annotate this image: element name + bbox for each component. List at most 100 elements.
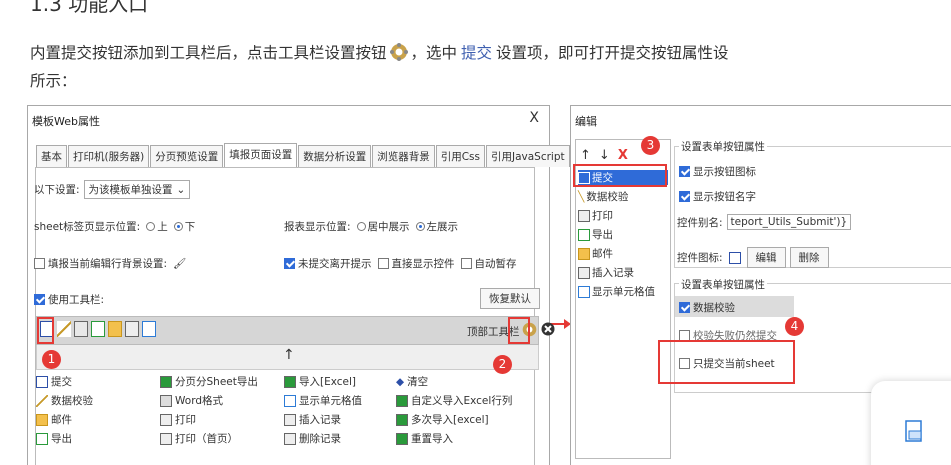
dialog-title: 模板Web属性 [32, 115, 100, 128]
print-icon[interactable] [74, 321, 88, 337]
direct-show-checkbox[interactable] [377, 258, 389, 269]
setting-label: 以下设置: [34, 184, 80, 196]
insert-row-icon [284, 413, 296, 426]
print-icon [578, 209, 590, 222]
paint-bucket-icon[interactable]: 🖌 [173, 257, 186, 270]
list-item[interactable]: 显示单元格值 [284, 393, 362, 408]
insert-row-icon [578, 266, 590, 279]
list-item-label: 插入记录 [592, 267, 634, 279]
list-item[interactable]: 打印 [578, 208, 613, 223]
mail-icon [578, 247, 590, 260]
arrow-up-icon[interactable]: ↑ [283, 347, 295, 363]
options-row: 未提交离开提示 直接显示控件 自动暂存 [284, 256, 517, 271]
list-item[interactable]: 多次导入[excel] [396, 412, 489, 427]
radio-down[interactable] [173, 222, 183, 231]
document-icon [905, 420, 922, 442]
gear-icon [389, 43, 408, 61]
radio-up[interactable] [146, 222, 156, 231]
delete-button[interactable]: 删除 [789, 247, 829, 268]
setting-select[interactable]: 为该模板单独设置 ⌄ [83, 180, 191, 199]
list-item[interactable]: 提交 [36, 374, 72, 389]
list-item[interactable]: 邮件 [36, 412, 72, 427]
arrow-up-icon[interactable]: ↑ [580, 148, 591, 163]
list-item[interactable]: 打印（首页） [160, 431, 238, 446]
mail-icon[interactable] [108, 321, 122, 337]
report-pos-row: 报表显示位置: 居中展示 左展示 [284, 219, 458, 234]
cell-value-icon [578, 285, 590, 298]
print-first-icon [160, 432, 172, 445]
list-item[interactable]: 插入记录 [284, 412, 341, 427]
tab-printer[interactable]: 打印机(服务器) [68, 145, 150, 167]
tab-basic[interactable]: 基本 [36, 145, 67, 167]
export-icon [578, 228, 590, 241]
show-icon-label: 显示按钮图标 [693, 166, 756, 178]
data-check-row: 数据校验 [679, 300, 735, 315]
close-button[interactable]: X [529, 110, 539, 126]
doc-paragraph-2: 所示： [30, 72, 77, 90]
list-item[interactable]: 导入[Excel] [284, 374, 356, 389]
show-icon-checkbox[interactable] [679, 166, 690, 177]
item-label: 多次导入[excel] [411, 414, 489, 426]
fill-bg-checkbox[interactable] [34, 258, 45, 269]
list-item-label: 邮件 [592, 248, 613, 260]
auto-save-checkbox[interactable] [460, 258, 472, 269]
submit-link[interactable]: 提交 [457, 41, 496, 63]
list-item[interactable]: 导出 [36, 431, 72, 446]
list-item[interactable]: 打印 [160, 412, 196, 427]
tab-browser-bg[interactable]: 浏览器背景 [372, 145, 435, 167]
list-item[interactable]: 自定义导入Excel行列 [396, 393, 512, 408]
group-title: 设置表单按钮属性 [679, 277, 767, 292]
data-check-checkbox[interactable] [679, 302, 690, 313]
list-item[interactable]: 数据校验 [36, 393, 93, 408]
para-text-1: 内置提交按钮添加到工具栏后，点击工具栏设置按钮 [30, 44, 387, 62]
floating-card [871, 381, 951, 465]
insert-row-icon[interactable] [125, 321, 139, 337]
list-item[interactable]: 邮件 [578, 246, 613, 261]
item-label: 打印 [175, 414, 196, 426]
alias-input[interactable]: teport_Utils_Submit')} [726, 214, 852, 230]
list-item[interactable]: 插入记录 [578, 265, 634, 280]
list-item[interactable]: 删除记录 [284, 431, 341, 446]
use-toolbar-checkbox[interactable] [34, 294, 45, 305]
tab-css[interactable]: 引用Css [435, 145, 485, 167]
close-icon[interactable]: X [618, 148, 628, 163]
unsubmit-prompt-checkbox[interactable] [284, 258, 295, 269]
list-item[interactable]: 导出 [578, 227, 613, 242]
list-item[interactable]: ╲ 数据校验 [578, 189, 628, 204]
list-item[interactable]: ◆ 清空 [396, 374, 428, 389]
icon-label: 控件图标: [677, 252, 723, 264]
radio-down-label: 下 [184, 221, 196, 233]
tab-javascript[interactable]: 引用JavaScript [485, 145, 570, 167]
unsubmit-prompt-label: 未提交离开提示 [298, 258, 372, 270]
tab-data-analysis[interactable]: 数据分析设置 [298, 145, 372, 167]
cell-value-icon[interactable] [142, 321, 156, 337]
list-item[interactable]: 显示单元格值 [578, 284, 655, 299]
template-web-properties-dialog: 模板Web属性 X 基本 打印机(服务器) 分页预览设置 填报页面设置 数据分析… [27, 105, 570, 465]
radio-left[interactable] [415, 222, 425, 231]
show-name-checkbox[interactable] [679, 191, 690, 202]
tab-fill-page[interactable]: 填报页面设置 [224, 143, 298, 167]
show-name-label: 显示按钮名字 [693, 191, 756, 203]
alias-row: 控件别名: teport_Utils_Submit')} [677, 214, 852, 230]
direct-show-label: 直接显示控件 [391, 258, 455, 270]
check-icon[interactable] [57, 321, 71, 337]
tab-paging-preview[interactable]: 分页预览设置 [150, 145, 224, 167]
item-label: 自定义导入Excel行列 [411, 395, 513, 407]
list-item[interactable]: Word格式 [160, 393, 223, 408]
annotation-box-3 [573, 164, 667, 187]
export-icon[interactable] [91, 321, 105, 337]
list-item[interactable]: 重置导入 [396, 431, 453, 446]
restore-default-button[interactable]: 恢复默认 [480, 288, 540, 309]
sheet-pos-row: sheet标签页显示位置: 上 下 [34, 219, 195, 234]
edit-dialog: 编辑 ↑ ↓ X 提交 ╲ 数据校验 打印 导出 邮件 插入记录 显示单元格值 3… [570, 105, 951, 465]
show-name-row: 显示按钮名字 [679, 189, 756, 204]
radio-center[interactable] [356, 222, 366, 231]
group-title: 设置表单按钮属性 [679, 139, 767, 154]
word-icon [160, 394, 172, 407]
arrow-down-icon[interactable]: ↓ [599, 148, 610, 163]
edit-button[interactable]: 编辑 [746, 247, 786, 268]
import-excel-icon [284, 375, 296, 388]
close-circle-icon[interactable] [541, 322, 555, 336]
move-area: ↑ [36, 345, 539, 370]
list-item[interactable]: 分页分Sheet导出 [160, 374, 258, 389]
